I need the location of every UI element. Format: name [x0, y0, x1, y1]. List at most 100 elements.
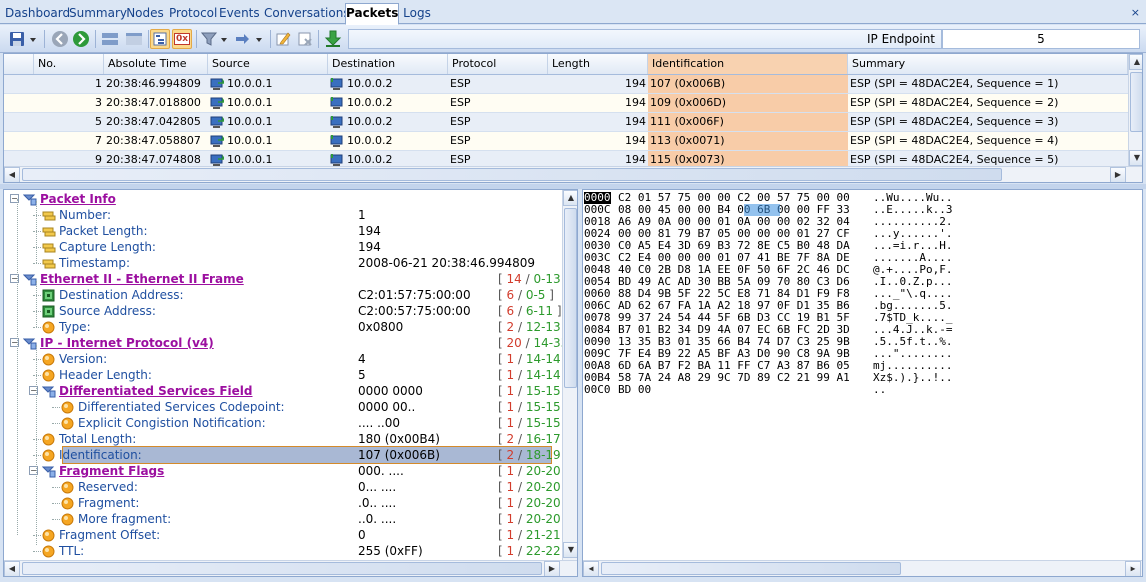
scroll-left-icon[interactable]: ◀	[4, 167, 20, 182]
tree-node[interactable]: Packet Length: 194	[4, 223, 562, 239]
column-header-time[interactable]: Absolute Time	[104, 54, 208, 74]
tree-node[interactable]: Type: 0x0800 [ 2 / 12-13 ]	[4, 319, 569, 335]
scroll-thumb[interactable]	[1130, 72, 1142, 132]
hex-view-button[interactable]: 0x	[172, 29, 192, 49]
tree-view-button[interactable]	[150, 29, 170, 49]
tab-dashboard[interactable]: Dashboard	[4, 3, 70, 24]
tree-node[interactable]: Identification: 107 (0x006B) [ 2 / 18-19 ]	[4, 446, 569, 464]
tree-vertical-scrollbar[interactable]: ▲ ▼	[562, 190, 577, 560]
hex-horizontal-scrollbar[interactable]: ◀ ▶	[583, 560, 1142, 576]
byte-range: [ 1 / 20-20 ]	[498, 496, 569, 510]
forward-button[interactable]	[71, 29, 91, 49]
hex-row[interactable]: 00B4 58 7A 24 A8 29 9C 7D 89 C2 21 99 A1 X…	[583, 372, 1123, 384]
cell-dst: 10.0.0.2	[328, 113, 448, 131]
tab-protocol[interactable]: Protocol	[168, 3, 217, 24]
table-row[interactable]: 7 20:38:47.058807 10.0.0.1 10.0.0.2 ESP 194 11…	[4, 132, 1128, 151]
cell-text: 113 (0x0071)	[650, 134, 725, 147]
tree-node[interactable]: Fragment: .0.. .... [ 1 / 20-20 ]	[4, 495, 569, 511]
tab-logs[interactable]: Logs	[401, 3, 433, 24]
byte-count: 1	[506, 496, 515, 510]
byte-count: 1	[506, 384, 515, 398]
scroll-left-icon[interactable]: ◀	[4, 561, 20, 576]
scroll-up-icon[interactable]: ▲	[1129, 54, 1142, 70]
tree-node[interactable]: − IP - Internet Protocol (v4)[ 20 / 14-33…	[4, 335, 577, 351]
back-button[interactable]	[50, 29, 70, 49]
byte-range: [ 1 / 20-20 ]	[498, 512, 569, 526]
column-header-length[interactable]: Length	[548, 54, 648, 74]
column-header-no[interactable]: No.	[34, 54, 104, 74]
table-row[interactable]: 5 20:38:47.042805 10.0.0.1 10.0.0.2 ESP 194 11…	[4, 113, 1128, 132]
byte-range: [ 1 / 21-21 ]	[498, 528, 569, 542]
destination-computer-icon	[330, 77, 343, 90]
download-button[interactable]	[322, 29, 344, 49]
byte-offsets: 20-20	[525, 496, 561, 510]
byte-count: 1	[506, 464, 515, 478]
ip-endpoint-value[interactable]: 5	[942, 29, 1140, 49]
tree-node[interactable]: − Packet Info	[4, 191, 562, 207]
edit-button[interactable]	[273, 29, 293, 49]
tree-node[interactable]: More fragment: ..0. .... [ 1 / 20-20 ]	[4, 511, 569, 527]
tree-node[interactable]: − Ethernet II - Ethernet II Frame[ 14 / 0…	[4, 271, 569, 287]
tree-node[interactable]: Reserved: 0... .... [ 1 / 20-20 ]	[4, 479, 569, 495]
tree-node[interactable]: Number: 1	[4, 207, 562, 223]
grid-vertical-scrollbar[interactable]: ▲ ▼	[1128, 54, 1142, 166]
scroll-thumb[interactable]	[22, 168, 1002, 181]
tree-node[interactable]: Header Length: 5 [ 1 / 14-14 ]	[4, 367, 569, 383]
column-header-protocol[interactable]: Protocol	[448, 54, 548, 74]
tree-node[interactable]: Explicit Congistion Notification: .... ..…	[4, 415, 569, 431]
grid-horizontal-scrollbar[interactable]: ◀ ▶	[4, 166, 1142, 182]
tree-node[interactable]: TTL: 255 (0xFF) [ 1 / 22-22 ]	[4, 543, 569, 559]
tree-horizontal-scrollbar[interactable]: ◀ ▶	[4, 560, 577, 576]
table-row[interactable]: 1 20:38:46.994809 10.0.0.1 10.0.0.2 ESP 194 10…	[4, 75, 1128, 94]
close-icon[interactable]: ×	[1131, 6, 1140, 19]
tree-node[interactable]: Version: 4 [ 1 / 14-14 ]	[4, 351, 569, 367]
tree-node-label: Reserved:	[78, 480, 138, 494]
table-row[interactable]: 3 20:38:47.018800 10.0.0.1 10.0.0.2 ESP 194 10…	[4, 94, 1128, 113]
tab-nodes[interactable]: Nodes	[125, 3, 165, 24]
cell-no: 7	[34, 132, 104, 150]
column-header-source[interactable]: Source	[208, 54, 328, 74]
scroll-right-icon[interactable]: ▶	[544, 561, 560, 576]
tree-node[interactable]: Differentiated Services Codepoint: 0000 0…	[4, 399, 569, 415]
column-header-summary[interactable]: Summary	[848, 54, 1128, 74]
tab-conversations[interactable]: Conversations	[263, 3, 350, 24]
save-dropdown-button[interactable]	[8, 29, 38, 49]
decode-dropdown-button[interactable]	[233, 29, 265, 49]
field-dot-icon	[61, 417, 74, 430]
tab-events[interactable]: Events	[218, 3, 260, 24]
tree-node[interactable]: − Differentiated Services Field 0000 0000[…	[4, 383, 569, 399]
scroll-down-icon[interactable]: ▼	[563, 542, 577, 558]
column-header-destination[interactable]: Destination	[328, 54, 448, 74]
vertical-layout-button[interactable]	[123, 29, 145, 49]
byte-offsets: 14-14	[525, 368, 561, 382]
column-header-identification[interactable]: Identification	[648, 54, 848, 74]
tree-node[interactable]: Source Address: C2:00:57:75:00:00 [ 6 / 6-…	[4, 303, 562, 319]
tab-packets[interactable]: Packets	[345, 3, 399, 25]
tree-node[interactable]: Timestamp: 2008-06-21 20:38:46.994809	[4, 255, 562, 271]
horizontal-layout-button[interactable]	[99, 29, 121, 49]
hex-row[interactable]: 00C0 BD 00..	[583, 384, 1123, 396]
scroll-left-icon[interactable]: ◀	[583, 561, 599, 576]
clear-button[interactable]	[295, 29, 315, 49]
tree-node[interactable]: −Fragment Flags000. ....[ 1 / 20-20 ]	[4, 463, 569, 479]
info-field-icon	[42, 243, 56, 253]
scroll-down-icon[interactable]: ▼	[1129, 150, 1142, 166]
tree-node[interactable]: Total Length: 180 (0x00B4) [ 2 / 16-17 ]	[4, 431, 569, 447]
protocol-tree-icon	[23, 274, 37, 286]
scroll-right-icon[interactable]: ▶	[1110, 167, 1126, 182]
tab-summary[interactable]: Summary	[68, 3, 127, 24]
cell-text: ESP	[450, 115, 471, 128]
tree-node[interactable]: Destination Address: C2:01:57:75:00:00 [ 6…	[4, 287, 562, 303]
scroll-right-icon[interactable]: ▶	[1125, 561, 1141, 576]
scroll-thumb[interactable]	[601, 562, 901, 575]
tree-node[interactable]: Fragment Offset: 0 [ 1 / 21-21 ]	[4, 527, 569, 543]
scroll-up-icon[interactable]: ▲	[563, 190, 577, 206]
tree-node[interactable]: Capture Length: 194	[4, 239, 562, 255]
filter-dropdown-button[interactable]	[200, 29, 230, 49]
scroll-thumb[interactable]	[22, 562, 542, 575]
cell-proto: ESP	[448, 113, 548, 131]
scroll-thumb[interactable]	[564, 208, 577, 388]
cell-time: 20:38:46.994809	[104, 75, 208, 93]
column-header-blank[interactable]	[4, 54, 34, 74]
tree-node-label: Number:	[59, 208, 112, 222]
